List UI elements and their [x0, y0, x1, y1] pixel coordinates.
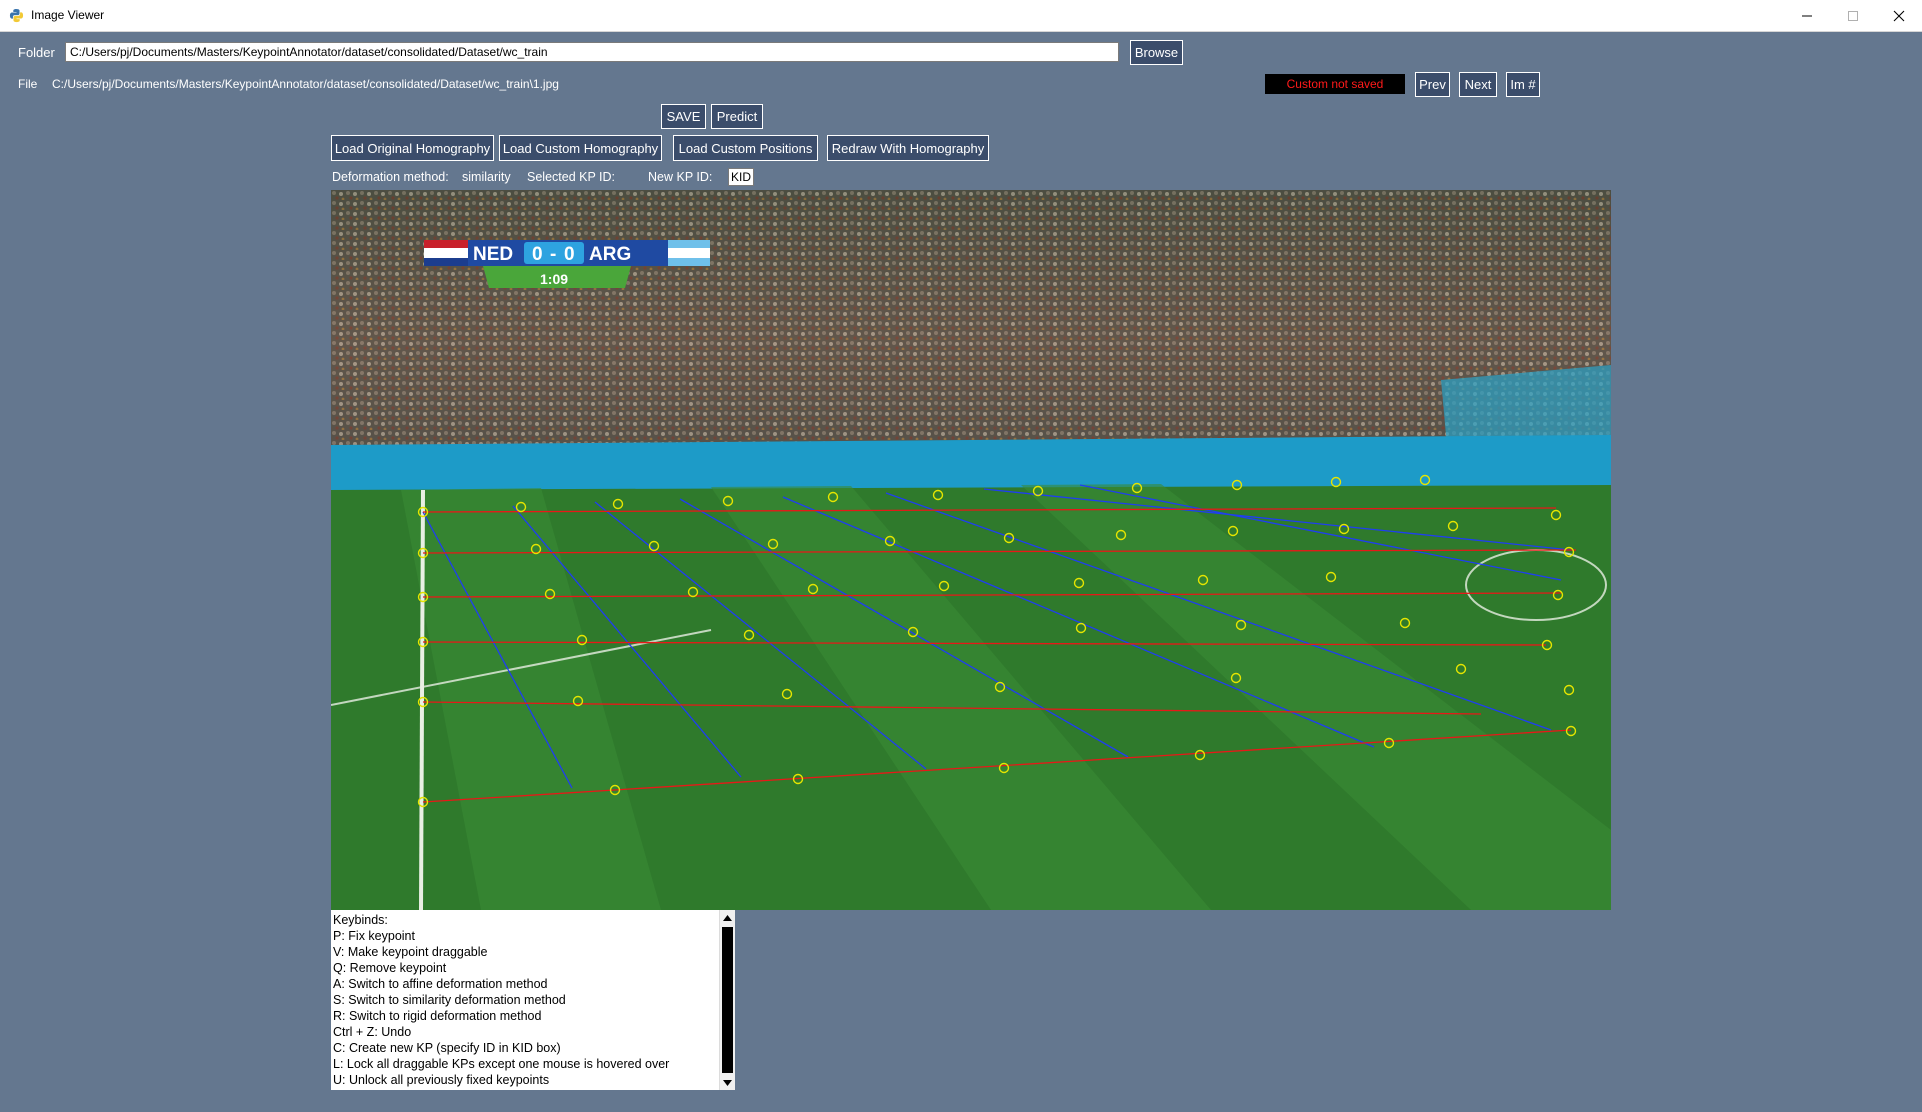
match-clock: 1:09 — [540, 271, 568, 287]
window-titlebar: Image Viewer — [0, 0, 1922, 32]
close-button[interactable] — [1876, 0, 1922, 31]
home-score: 0 — [532, 244, 543, 265]
keybind-line: R: Switch to rigid deformation method — [333, 1009, 542, 1023]
new-kp-id-input[interactable] — [728, 168, 754, 186]
keybinds-list: Keybinds: P: Fix keypoint V: Make keypoint… — [333, 912, 718, 1088]
keybind-line: U: Unlock all previously fixed keypoints — [333, 1073, 550, 1087]
window-title: Image Viewer — [31, 8, 105, 22]
load-custom-positions-button[interactable]: Load Custom Positions — [673, 135, 818, 161]
prev-button[interactable]: Prev — [1415, 72, 1450, 97]
away-score: 0 — [564, 244, 575, 265]
folder-path-input[interactable] — [65, 42, 1119, 62]
file-label: File — [18, 77, 38, 91]
keybind-line: Ctrl + Z: Undo — [333, 1025, 412, 1039]
selected-kp-label: Selected KP ID: — [527, 170, 616, 184]
keybind-line: Keybinds: — [333, 913, 388, 927]
football-frame: NED 0 - 0 ARG 1:09 — [331, 190, 1611, 910]
scrollbar-thumb[interactable] — [722, 927, 733, 1073]
image-canvas[interactable]: NED 0 - 0 ARG 1:09 — [331, 190, 1611, 910]
keybind-line: S: Switch to similarity deformation meth… — [333, 993, 566, 1007]
triangle-down-icon — [723, 1079, 732, 1086]
away-team: ARG — [589, 244, 631, 265]
maximize-button[interactable] — [1830, 0, 1876, 31]
pitch-touchline — [419, 489, 425, 910]
keybind-line: C: Create new KP (specify ID in KID box) — [333, 1041, 561, 1055]
image-number-button[interactable]: Im # — [1506, 72, 1540, 97]
load-custom-homography-button[interactable]: Load Custom Homography — [499, 135, 662, 161]
score-separator: - — [550, 244, 556, 265]
keybind-line: P: Fix keypoint — [333, 929, 415, 943]
load-original-homography-button[interactable]: Load Original Homography — [331, 135, 494, 161]
scroll-down-arrow[interactable] — [720, 1075, 735, 1090]
save-status-badge: Custom not saved — [1265, 74, 1405, 94]
deformation-method-label: Deformation method: — [332, 170, 449, 184]
keybind-line: V: Make keypoint draggable — [333, 945, 488, 959]
redraw-with-homography-button[interactable]: Redraw With Homography — [827, 135, 989, 161]
keybinds-textbox[interactable]: Keybinds: P: Fix keypoint V: Make keypoint… — [331, 910, 735, 1090]
browse-button[interactable]: Browse — [1130, 40, 1183, 65]
keybind-line: Q: Remove keypoint — [333, 961, 447, 975]
keybind-line: A: Switch to affine deformation method — [333, 977, 548, 991]
deformation-method-value: similarity — [462, 170, 511, 184]
next-button[interactable]: Next — [1459, 72, 1497, 97]
predict-button[interactable]: Predict — [711, 104, 763, 129]
keybind-line: L: Lock all draggable KPs except one mou… — [333, 1057, 670, 1071]
home-team: NED — [473, 244, 513, 265]
scroll-up-arrow[interactable] — [720, 910, 735, 925]
minimize-icon — [1802, 15, 1812, 16]
folder-label: Folder — [18, 45, 55, 60]
python-app-icon — [9, 8, 24, 23]
minimize-button[interactable] — [1784, 0, 1830, 31]
new-kp-label: New KP ID: — [648, 170, 713, 184]
maximize-icon — [1848, 10, 1858, 21]
file-path: C:/Users/pj/Documents/Masters/KeypointAn… — [52, 77, 559, 91]
keybinds-scrollbar[interactable] — [719, 910, 735, 1090]
triangle-up-icon — [723, 914, 732, 921]
close-icon — [1893, 10, 1905, 21]
save-button[interactable]: SAVE — [661, 104, 706, 129]
